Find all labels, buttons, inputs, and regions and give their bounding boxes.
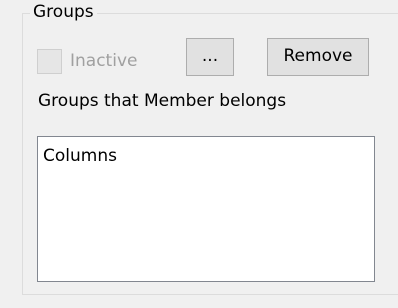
list-item[interactable]: Columns <box>38 137 374 168</box>
inactive-checkbox-label[interactable]: Inactive <box>70 48 137 74</box>
remove-button[interactable]: Remove <box>267 38 369 76</box>
browse-groups-button[interactable]: ... <box>186 38 234 76</box>
groups-title: Groups <box>30 0 97 24</box>
inactive-checkbox[interactable] <box>37 49 62 74</box>
groups-list-label: Groups that Member belongs <box>38 91 287 111</box>
groups-listbox[interactable]: Columns <box>37 136 375 282</box>
